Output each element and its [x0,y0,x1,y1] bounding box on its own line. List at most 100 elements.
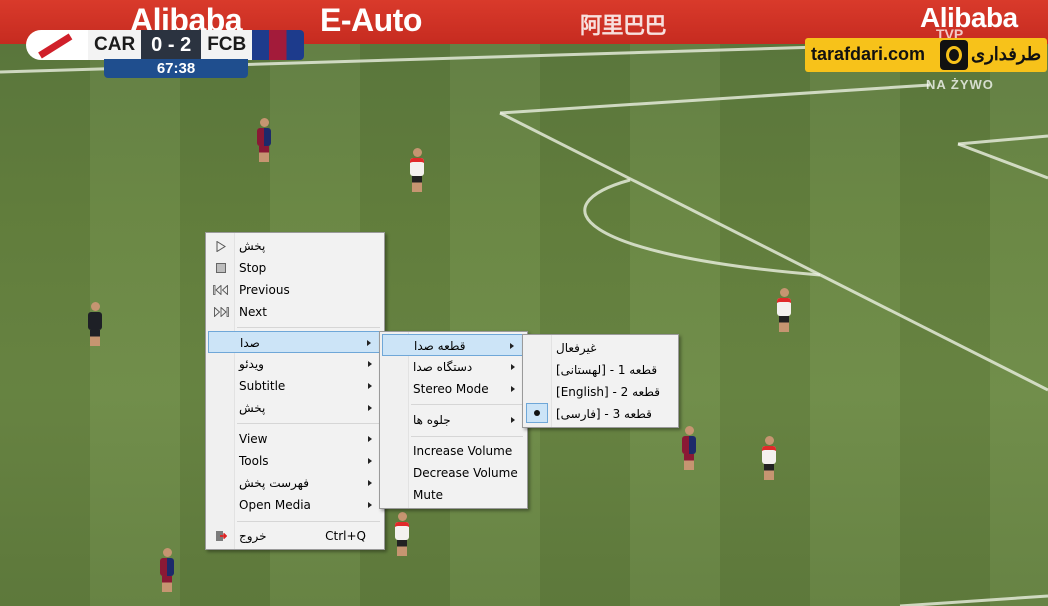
submenu-arrow-icon [511,364,515,370]
radio-selected-icon [526,403,548,423]
menu-item-track-3[interactable]: قطعه 3 - [فارسی] [525,403,676,425]
menu-item-label: غیرفعال [556,341,597,355]
submenu-arrow-icon [368,405,372,411]
submenu-arrow-icon [511,417,515,423]
away-team: FCB [201,30,253,60]
player [682,426,696,470]
away-team-crest [252,30,305,60]
play-icon [211,238,231,254]
menu-item-label: ویدئو [239,357,264,371]
menu-item-next[interactable]: Next [208,301,382,323]
menu-item-label: Mute [413,488,444,502]
player [257,118,271,162]
menu-item-label: Next [239,305,267,319]
menu-item-label: قطعه 2 - [English] [556,385,660,399]
submenu-arrow-icon [510,343,514,349]
scoreboard: CAR 0 - 2 FCB [26,30,305,60]
player [395,512,409,556]
referee [88,302,102,346]
menu-item-label: فهرست پخش [239,476,309,490]
menu-item-label: صدا [240,336,260,350]
menu-item-label: Stereo Mode [413,382,489,396]
menu-item-video[interactable]: ویدئو [208,353,382,375]
menu-item-audio-track[interactable]: قطعه صدا [382,334,525,356]
menu-item-label: قطعه صدا [414,339,466,353]
menu-item-previous[interactable]: Previous [208,279,382,301]
menu-item-playback[interactable]: پخش [208,397,382,419]
menu-shortcut: Ctrl+Q [325,529,366,543]
ad-text: 阿里巴巴 [580,13,667,38]
menu-item-playlist[interactable]: فهرست پخش [208,472,382,494]
player [160,548,174,592]
menu-item-label: Subtitle [239,379,286,393]
menu-item-track-disabled[interactable]: غیرفعال [525,337,676,359]
submenu-arrow-icon [368,383,372,389]
menu-item-play[interactable]: پخش [208,235,382,257]
submenu-arrow-icon [368,436,372,442]
previous-icon [211,282,231,298]
menu-separator [411,436,523,437]
menu-item-label: پخش [239,239,266,253]
player [762,436,776,480]
menu-item-label: پخش [239,401,266,415]
menu-item-label: Tools [239,454,269,468]
home-team-crest [26,30,88,60]
menu-item-tools[interactable]: Tools [208,450,382,472]
home-team: CAR [88,30,142,60]
menu-item-decrease-volume[interactable]: Decrease Volume [382,462,525,484]
menu-item-label: Open Media [239,498,311,512]
player [777,288,791,332]
menu-item-label: جلوه ها [413,413,451,427]
audio-track-submenu: غیرفعال قطعه 1 - [لهستانی] قطعه 2 - [Eng… [522,334,679,428]
match-clock: 67:38 [104,59,248,78]
watermark-logo-icon [940,40,968,70]
menu-item-open-media[interactable]: Open Media [208,494,382,516]
submenu-arrow-icon [368,480,372,486]
menu-item-label: Stop [239,261,267,275]
menu-item-stereo-mode[interactable]: Stereo Mode [382,378,525,400]
menu-item-label: View [239,432,268,446]
match-score: 0 - 2 [141,30,202,60]
menu-item-label: Previous [239,283,290,297]
menu-item-effects[interactable]: جلوه ها [382,409,525,431]
menu-item-increase-volume[interactable]: Increase Volume [382,440,525,462]
submenu-arrow-icon [367,340,371,346]
video-frame[interactable]: Alibaba E-Auto 阿里巴巴 Alibaba CAR 0 - 2 FC… [0,0,1048,606]
audio-submenu: قطعه صدا دستگاه صدا Stereo Mode جلوه ها … [379,331,528,509]
watermark-text-fa: طرفداری [971,44,1042,64]
menu-item-label: قطعه 1 - [لهستانی] [556,363,658,377]
submenu-arrow-icon [368,502,372,508]
menu-item-label: قطعه 3 - [فارسی] [556,407,652,421]
live-label: NA ŻYWO [926,77,994,92]
submenu-arrow-icon [368,361,372,367]
exit-icon [211,528,231,544]
menu-separator [237,521,380,522]
menu-item-track-1[interactable]: قطعه 1 - [لهستانی] [525,359,676,381]
menu-item-label: Increase Volume [413,444,513,458]
menu-item-audio-device[interactable]: دستگاه صدا [382,356,525,378]
menu-item-stop[interactable]: Stop [208,257,382,279]
menu-item-track-2[interactable]: قطعه 2 - [English] [525,381,676,403]
stop-icon [211,260,231,276]
ad-text: Alibaba [920,2,1018,33]
menu-item-label: دستگاه صدا [413,360,473,374]
submenu-arrow-icon [368,458,372,464]
menu-item-mute[interactable]: Mute [382,484,525,506]
menu-item-audio[interactable]: صدا [208,331,382,353]
player [410,148,424,192]
menu-item-quit[interactable]: خروج Ctrl+Q [208,525,382,547]
menu-separator [237,327,380,328]
pitch-lines [0,0,1048,606]
watermark: tarafdari.com طرفداری [805,38,1047,72]
menu-separator [237,423,380,424]
watermark-text: tarafdari.com [811,44,926,64]
menu-item-label: Decrease Volume [413,466,518,480]
menu-item-view[interactable]: View [208,428,382,450]
next-icon [211,304,231,320]
ad-text: E-Auto [320,2,422,38]
submenu-arrow-icon [511,386,515,392]
menu-item-label: خروج [239,529,267,543]
context-menu: پخش Stop Previous Next صدا ویدئو Subtitl… [205,232,385,550]
menu-item-subtitle[interactable]: Subtitle [208,375,382,397]
menu-separator [411,404,523,405]
